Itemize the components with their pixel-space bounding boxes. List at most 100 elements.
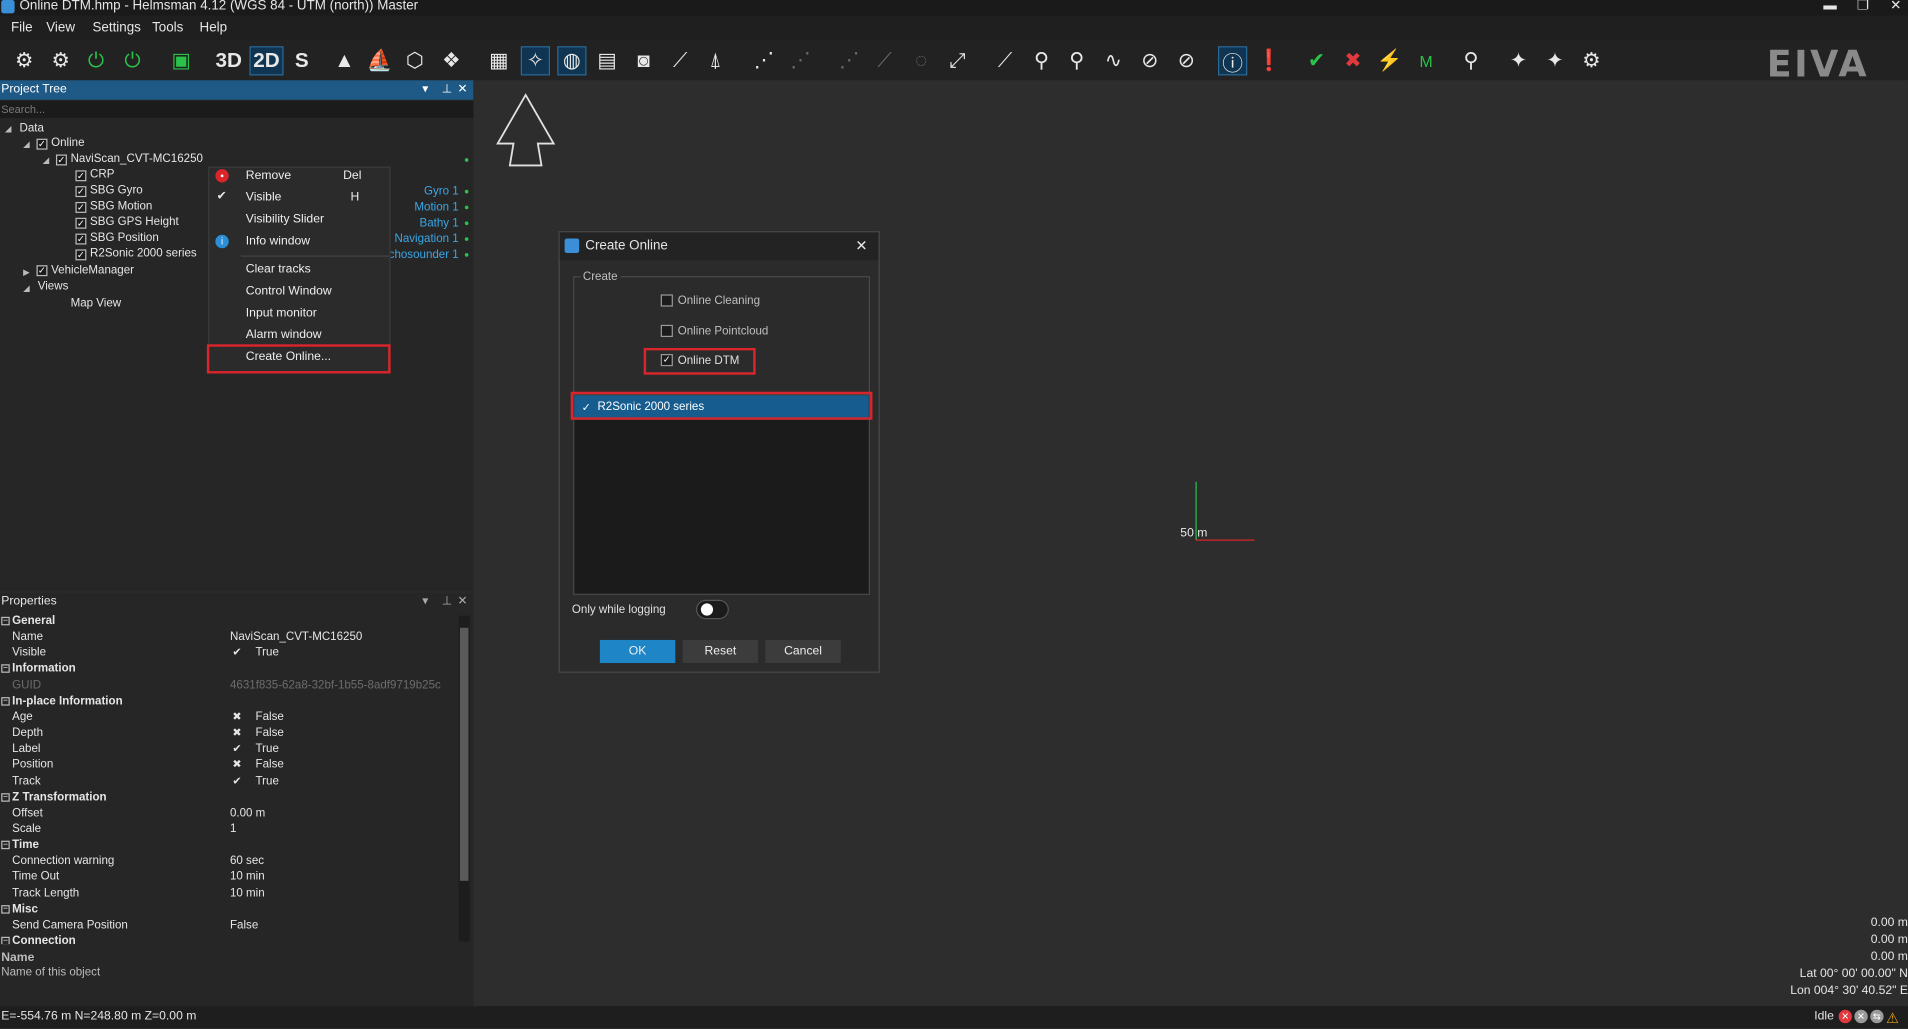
tree-data[interactable]: Data [19,122,43,137]
property-section[interactable]: − Time [0,837,458,853]
pin-icon[interactable]: ⊥ [442,595,453,608]
pin-icon[interactable]: ⚲ [1027,46,1056,75]
mode-s-button[interactable]: S [287,46,316,75]
property-value[interactable]: False [256,757,284,773]
ruler-icon[interactable]: ⟋ [666,46,695,75]
vehicle-checkbox[interactable]: ✓ [36,265,48,277]
property-value[interactable]: True [256,741,279,757]
reset-button[interactable]: Reset [682,639,759,664]
vessel-icon[interactable]: ⛵ [365,46,394,75]
property-value[interactable]: 1 [230,821,236,837]
scrollbar[interactable] [458,615,470,942]
globe-icon[interactable]: ◍ [557,46,587,76]
collapse-icon[interactable]: ◢ [23,283,30,294]
menu-clear-tracks[interactable]: Clear tracks [246,263,311,276]
property-row[interactable]: Age ✖ False [0,709,458,725]
plug-icon[interactable]: ⚡ [1375,46,1404,75]
tree-naviscan[interactable]: NaviScan_CVT-MC16250 [71,152,203,167]
property-row[interactable]: Name NaviScan_CVT-MC16250 [0,629,458,645]
online-pointcloud-checkbox[interactable] [660,324,673,337]
property-row[interactable]: Track ✔ True [0,773,458,789]
menu-help[interactable]: Help [200,21,228,36]
collapse-icon[interactable]: − [1,792,10,802]
property-row[interactable]: Position ✖ False [0,757,458,773]
property-value[interactable]: True [256,645,279,661]
property-value[interactable]: False [256,725,284,741]
collapse-icon[interactable]: ◢ [23,140,30,150]
property-row[interactable]: Time Out 10 min [0,869,458,885]
mode-3d-button[interactable]: 3D [214,46,243,75]
tree-online[interactable]: Online [51,136,84,151]
online-cleaning-label[interactable]: Online Cleaning [678,294,760,307]
item-checkbox[interactable]: ✓ [75,233,87,245]
map-outline-icon[interactable]: ✧ [520,46,550,76]
property-value[interactable]: False [256,709,284,725]
pin-add-icon[interactable]: ⚲ [1062,46,1091,75]
only-while-logging-toggle[interactable] [696,599,729,620]
property-row[interactable]: Track Length 10 min [0,885,458,901]
expand-icon[interactable]: ▶ [23,268,30,278]
property-row[interactable]: Visible ✔ True [0,645,458,661]
satellite-icon[interactable]: ✦ [1504,46,1533,75]
camera-icon[interactable]: ◙ [629,46,658,75]
item-checkbox[interactable]: ✓ [75,249,87,261]
power-all-icon[interactable]: ⏻ [118,46,147,75]
menu-visibility-slider[interactable]: Visibility Slider [246,213,324,226]
property-row[interactable]: Send Camera Position False [0,917,458,933]
naviscan-checkbox[interactable]: ✓ [55,154,67,166]
menu-tools[interactable]: Tools [152,21,183,36]
property-row[interactable]: Depth ✖ False [0,725,458,741]
property-section[interactable]: − Information [0,661,458,677]
sensor-list[interactable]: ✓ R2Sonic 2000 series [573,394,871,595]
power-on-icon[interactable]: ⏻ [82,46,111,75]
reject-icon[interactable]: ✖ [1338,46,1367,75]
menu-view[interactable]: View [46,21,75,36]
layers-icon[interactable]: ❖ [437,46,466,75]
tree-item[interactable]: SBG GPS Height [90,215,179,230]
north-arrow-icon[interactable]: ▲ [330,46,359,75]
property-section[interactable]: − General [0,613,458,629]
tree-vehicle-manager[interactable]: VehicleManager [51,264,134,279]
fit-view-icon[interactable]: ⤢ [943,46,972,75]
property-row[interactable]: Offset 0.00 m [0,805,458,821]
info-panel-icon[interactable]: ⓘ [1218,46,1248,76]
property-section[interactable]: − Connection [0,933,458,945]
menu-file[interactable]: File [11,21,33,36]
online-checkbox[interactable]: ✓ [36,138,48,150]
compass-icon[interactable]: ⍋ [701,46,730,75]
property-value[interactable]: True [256,773,279,789]
chart-icon[interactable]: ▤ [593,46,622,75]
scrollbar-thumb[interactable] [459,627,469,881]
menu-settings[interactable]: Settings [92,21,140,36]
property-value[interactable]: 10 min [230,869,265,885]
tree-item[interactable]: R2Sonic 2000 series [90,247,197,262]
line-tool-icon[interactable]: ⟋ [990,46,1019,75]
close-panel-icon[interactable]: ✕ [458,80,468,99]
property-section[interactable]: − Misc [0,901,458,917]
cog-icon[interactable]: ⚙ [1577,46,1606,75]
menu-input-monitor[interactable]: Input monitor [246,307,317,320]
dialog-close-icon[interactable]: ✕ [855,232,867,260]
item-checkbox[interactable]: ✓ [75,186,87,198]
menu-visible[interactable]: Visible [246,191,282,204]
location-icon[interactable]: ⚲ [1457,46,1486,75]
item-checkbox[interactable]: ✓ [75,201,87,213]
save-icon[interactable]: ▣ [167,46,196,75]
minimize-icon[interactable]: ▬ [1818,0,1842,13]
online-cleaning-checkbox[interactable] [660,294,673,307]
property-row[interactable]: Label ✔ True [0,741,458,757]
property-value[interactable]: 4631f835-62a8-32bf-1b55-8adf9719b25c [230,677,441,693]
dropdown-icon[interactable]: ▾ [422,80,428,99]
tree-item[interactable]: SBG Position [90,231,159,246]
route-icon[interactable]: ⋰ [750,46,779,75]
warning-icon[interactable]: ⚠ [1886,1007,1899,1029]
mode-2d-button[interactable]: 2D [249,46,284,76]
property-value[interactable]: NaviScan_CVT-MC16250 [230,629,362,645]
collapse-icon[interactable]: − [1,904,10,914]
property-value[interactable]: 10 min [230,885,265,901]
pin-icon[interactable]: ⊥ [442,80,453,99]
tree-item[interactable]: SBG Gyro [90,184,143,199]
grid-icon[interactable]: ▦ [484,46,513,75]
property-value[interactable]: 60 sec [230,853,264,869]
property-section[interactable]: − In-place Information [0,693,458,709]
